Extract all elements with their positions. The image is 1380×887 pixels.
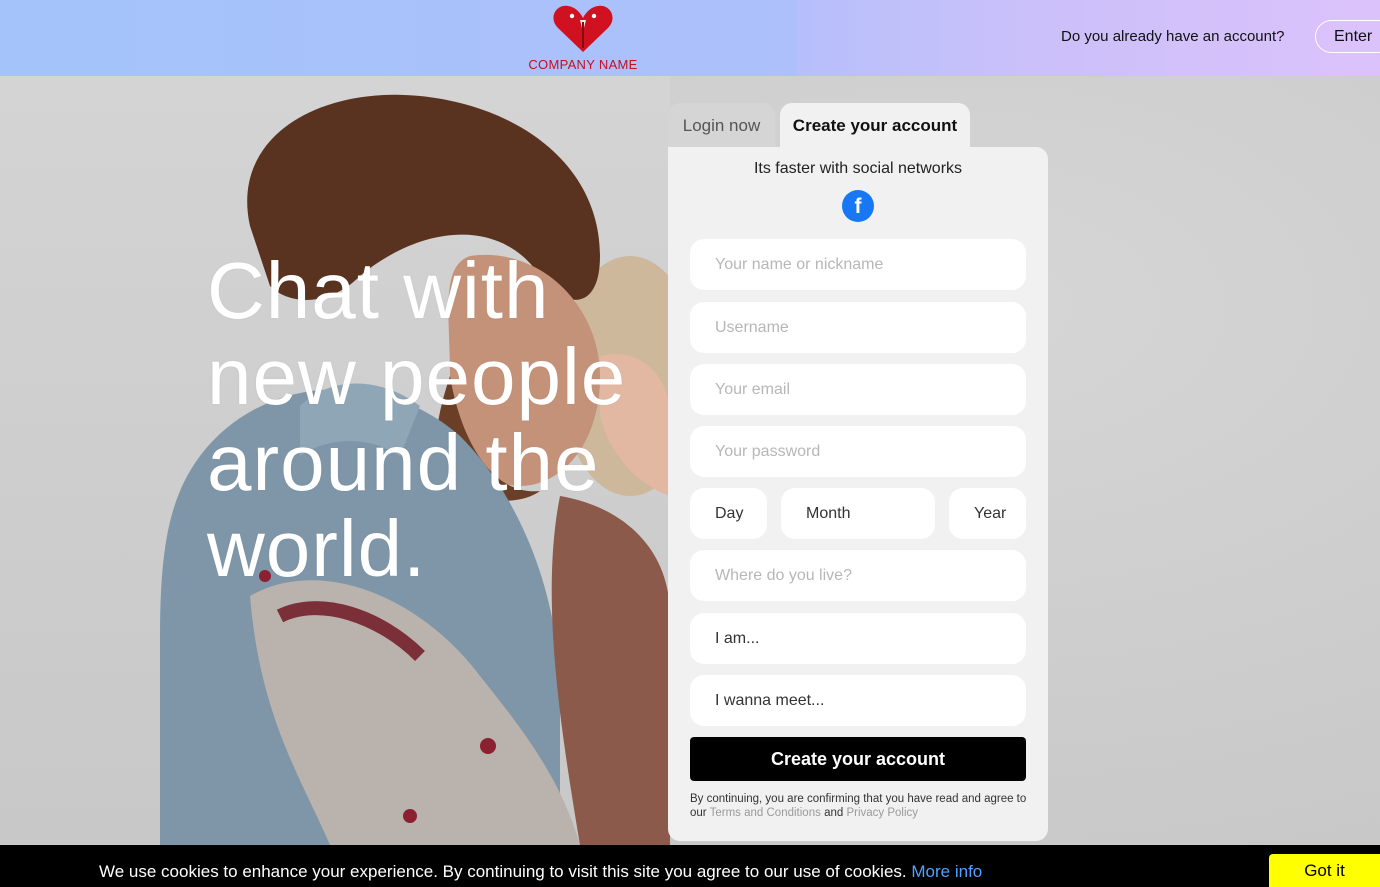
password-field[interactable]: Your password	[690, 426, 1026, 477]
privacy-link[interactable]: Privacy Policy	[846, 807, 918, 819]
enter-button[interactable]: Enter	[1315, 20, 1380, 53]
legal-and: and	[824, 807, 844, 819]
header-tint	[0, 0, 797, 76]
birth-year-select[interactable]: Year	[949, 488, 1026, 539]
got-it-button[interactable]: Got it	[1269, 854, 1380, 887]
cookie-text: We use cookies to enhance your experienc…	[99, 862, 907, 881]
company-name: COMPANY NAME	[528, 57, 638, 72]
cookie-message: We use cookies to enhance your experienc…	[99, 862, 982, 882]
signup-form: Its faster with social networks f Your n…	[668, 147, 1048, 841]
heart-birds-icon	[553, 5, 613, 53]
cookie-banner: We use cookies to enhance your experienc…	[0, 845, 1380, 887]
tab-create-account[interactable]: Create your account	[780, 103, 970, 149]
name-field[interactable]: Your name or nickname	[690, 239, 1026, 290]
facebook-icon[interactable]: f	[842, 190, 874, 222]
company-logo[interactable]: COMPANY NAME	[516, 2, 650, 72]
username-field[interactable]: Username	[690, 302, 1026, 353]
birth-day-select[interactable]: Day	[690, 488, 767, 539]
seeking-select[interactable]: I wanna meet...	[690, 675, 1026, 726]
email-field[interactable]: Your email	[690, 364, 1026, 415]
gender-select[interactable]: I am...	[690, 613, 1026, 664]
birth-month-select[interactable]: Month	[781, 488, 935, 539]
social-login-text: Its faster with social networks	[753, 160, 963, 177]
legal-notice: By continuing, you are confirming that y…	[690, 792, 1030, 820]
site-header: COMPANY NAME Do you already have an acco…	[0, 0, 1380, 76]
location-field[interactable]: Where do you live?	[690, 550, 1026, 601]
create-account-button[interactable]: Create your account	[690, 737, 1026, 781]
more-info-link[interactable]: More info	[911, 862, 982, 881]
tab-login[interactable]: Login now	[668, 103, 775, 149]
have-account-text: Do you already have an account?	[1061, 28, 1285, 45]
terms-link[interactable]: Terms and Conditions	[710, 807, 821, 819]
hero-title: Chat with new people around the world.	[207, 246, 627, 593]
